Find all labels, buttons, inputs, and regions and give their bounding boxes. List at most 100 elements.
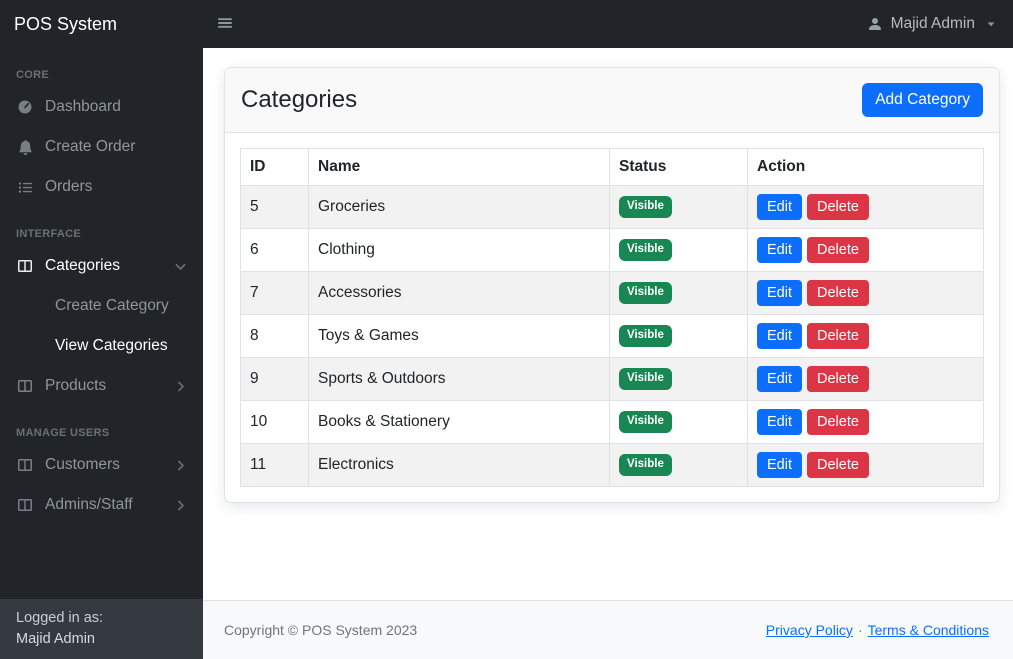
sidebar-item-customers[interactable]: Customers bbox=[0, 445, 203, 485]
sidebar-item-products[interactable]: Products bbox=[0, 366, 203, 406]
table-header-row: ID Name Status Action bbox=[240, 148, 984, 186]
table-row: 7 Accessories Visible Edit Delete bbox=[240, 271, 984, 315]
delete-button[interactable]: Delete bbox=[807, 237, 869, 263]
delete-button[interactable]: Delete bbox=[807, 194, 869, 220]
user-dropdown[interactable]: Majid Admin bbox=[867, 15, 997, 33]
app-title: POS System bbox=[14, 13, 118, 34]
sidebar-item-label: Orders bbox=[45, 178, 93, 195]
column-header-action: Action bbox=[747, 148, 984, 186]
sidebar-item-create-order[interactable]: Create Order bbox=[0, 127, 203, 167]
tachometer-icon bbox=[16, 99, 34, 115]
categories-card: Categories Add Category ID Name Status A… bbox=[224, 67, 1000, 503]
delete-button[interactable]: Delete bbox=[807, 323, 869, 349]
sidebar: CORE Dashboard Create Order Orders INTER… bbox=[0, 48, 203, 659]
add-category-button[interactable]: Add Category bbox=[862, 83, 983, 117]
table-row: 10 Books & Stationery Visible Edit Delete bbox=[240, 400, 984, 444]
sidebar-item-label: Create Order bbox=[45, 138, 136, 155]
cell-status: Visible bbox=[609, 185, 748, 229]
sidebar-item-dashboard[interactable]: Dashboard bbox=[0, 87, 203, 127]
cell-action: Edit Delete bbox=[747, 314, 984, 358]
sidebar-nav: CORE Dashboard Create Order Orders INTER… bbox=[0, 48, 203, 599]
cell-id: 6 bbox=[240, 228, 309, 272]
cell-status: Visible bbox=[609, 228, 748, 272]
table-row: 6 Clothing Visible Edit Delete bbox=[240, 228, 984, 272]
terms-conditions-link[interactable]: Terms & Conditions bbox=[868, 622, 989, 638]
column-header-status: Status bbox=[609, 148, 748, 186]
cell-name: Books & Stationery bbox=[308, 400, 610, 444]
cell-status: Visible bbox=[609, 357, 748, 401]
chevron-down-icon bbox=[174, 260, 187, 273]
edit-button[interactable]: Edit bbox=[757, 280, 802, 306]
status-badge: Visible bbox=[619, 196, 672, 218]
cell-name: Groceries bbox=[308, 185, 610, 229]
table-row: 9 Sports & Outdoors Visible Edit Delete bbox=[240, 357, 984, 401]
cell-id: 7 bbox=[240, 271, 309, 315]
sidebar-item-view-categories[interactable]: View Categories bbox=[0, 326, 203, 366]
columns-icon bbox=[16, 497, 34, 513]
column-header-name: Name bbox=[308, 148, 610, 186]
cell-name: Toys & Games bbox=[308, 314, 610, 358]
sidebar-item-admins-staff[interactable]: Admins/Staff bbox=[0, 485, 203, 525]
sidebar-item-label: Categories bbox=[45, 257, 120, 274]
sidebar-item-label: Dashboard bbox=[45, 98, 121, 115]
sidebar-item-categories[interactable]: Categories bbox=[0, 246, 203, 286]
cell-id: 8 bbox=[240, 314, 309, 358]
status-badge: Visible bbox=[619, 368, 672, 390]
sidebar-item-label: Products bbox=[45, 377, 107, 394]
cell-action: Edit Delete bbox=[747, 185, 984, 229]
chevron-right-icon bbox=[174, 499, 187, 512]
cell-status: Visible bbox=[609, 400, 748, 444]
hamburger-icon bbox=[217, 15, 233, 34]
table-row: 11 Electronics Visible Edit Delete bbox=[240, 443, 984, 487]
status-badge: Visible bbox=[619, 325, 672, 347]
cell-name: Electronics bbox=[308, 443, 610, 487]
cell-status: Visible bbox=[609, 314, 748, 358]
cell-action: Edit Delete bbox=[747, 357, 984, 401]
link-separator: · bbox=[857, 622, 863, 638]
card-header: Categories Add Category bbox=[225, 68, 999, 133]
page-title: Categories bbox=[241, 86, 358, 113]
cell-name: Accessories bbox=[308, 271, 610, 315]
sidebar-footer: Logged in as: Majid Admin bbox=[0, 598, 203, 659]
sidebar-heading-interface: INTERFACE bbox=[16, 228, 82, 240]
sidebar-heading-core: CORE bbox=[16, 69, 49, 81]
columns-icon bbox=[16, 457, 34, 473]
cell-name: Clothing bbox=[308, 228, 610, 272]
cell-id: 5 bbox=[240, 185, 309, 229]
delete-button[interactable]: Delete bbox=[807, 366, 869, 392]
cell-action: Edit Delete bbox=[747, 228, 984, 272]
cell-id: 9 bbox=[240, 357, 309, 401]
edit-button[interactable]: Edit bbox=[757, 237, 802, 263]
edit-button[interactable]: Edit bbox=[757, 323, 802, 349]
delete-button[interactable]: Delete bbox=[807, 280, 869, 306]
columns-icon bbox=[16, 258, 34, 274]
user-icon bbox=[867, 16, 883, 32]
sidebar-item-create-category[interactable]: Create Category bbox=[0, 286, 203, 326]
user-name: Majid Admin bbox=[890, 15, 975, 32]
edit-button[interactable]: Edit bbox=[757, 409, 802, 435]
table-row: 5 Groceries Visible Edit Delete bbox=[240, 185, 984, 229]
edit-button[interactable]: Edit bbox=[757, 366, 802, 392]
chevron-right-icon bbox=[174, 459, 187, 472]
main-content: Categories Add Category ID Name Status A… bbox=[203, 48, 1013, 600]
cell-action: Edit Delete bbox=[747, 443, 984, 487]
sidebar-heading-manage-users: MANAGE USERS bbox=[16, 427, 110, 439]
delete-button[interactable]: Delete bbox=[807, 409, 869, 435]
page-footer: Copyright © POS System 2023 Privacy Poli… bbox=[203, 600, 1013, 659]
sidebar-item-label: Customers bbox=[45, 456, 120, 473]
categories-table-body: 5 Groceries Visible Edit Delete 6 Clothing Visi… bbox=[240, 185, 984, 487]
edit-button[interactable]: Edit bbox=[757, 194, 802, 220]
sidebar-toggle-button[interactable] bbox=[209, 11, 241, 38]
delete-button[interactable]: Delete bbox=[807, 452, 869, 478]
edit-button[interactable]: Edit bbox=[757, 452, 802, 478]
sidebar-item-orders[interactable]: Orders bbox=[0, 167, 203, 207]
status-badge: Visible bbox=[619, 454, 672, 476]
card-body: ID Name Status Action 5 Groceries Visible E… bbox=[225, 133, 999, 502]
status-badge: Visible bbox=[619, 282, 672, 304]
privacy-policy-link[interactable]: Privacy Policy bbox=[766, 622, 853, 638]
cell-id: 11 bbox=[240, 443, 309, 487]
logged-in-as-label: Logged in as: bbox=[16, 609, 104, 626]
status-badge: Visible bbox=[619, 239, 672, 261]
footer-links: Privacy Policy · Terms & Conditions bbox=[766, 622, 989, 638]
logged-in-user: Majid Admin bbox=[16, 630, 95, 647]
